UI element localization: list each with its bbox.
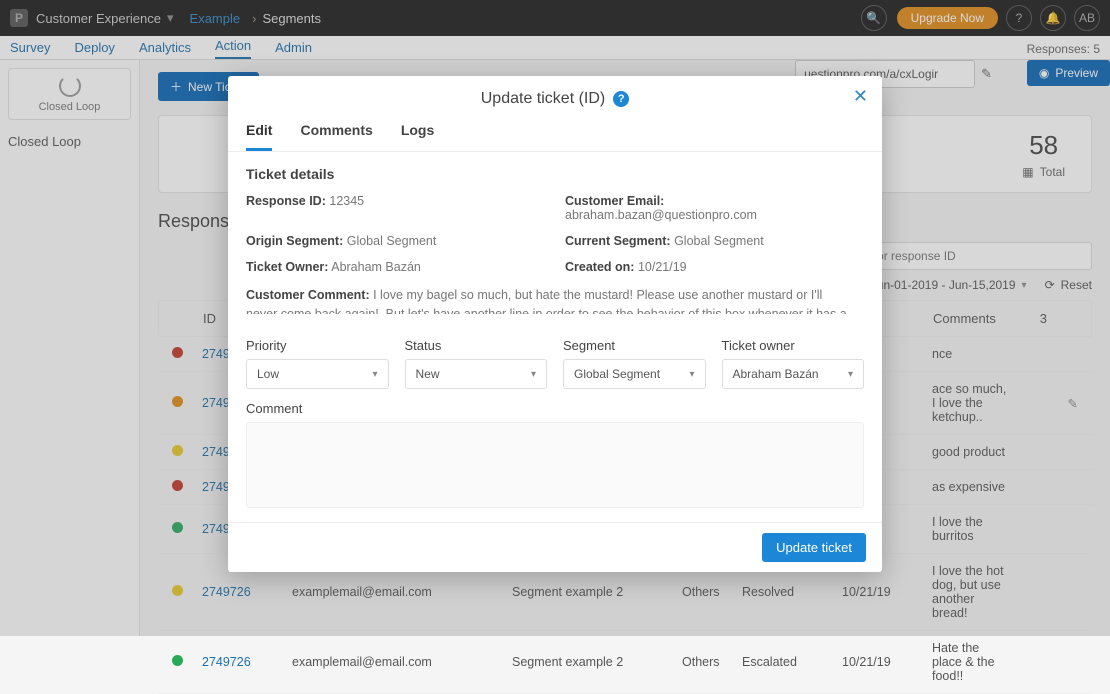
created-on-label: Created on: — [565, 260, 634, 274]
ticket-id-link[interactable]: 2749726 — [202, 655, 292, 669]
segment-label: Segment — [563, 338, 706, 353]
ticket-details-heading: Ticket details — [246, 166, 864, 182]
close-icon[interactable]: ✕ — [853, 86, 868, 107]
ticket-owner-label: Ticket Owner: — [246, 260, 328, 274]
status-label: Status — [405, 338, 548, 353]
ticket-owner-select[interactable]: Abraham Bazán — [722, 359, 865, 389]
table-row: 2749726examplemail@email.comSegment exam… — [158, 631, 1092, 694]
chevron-down-icon — [531, 369, 536, 380]
comment-textarea[interactable] — [246, 422, 864, 508]
comment-field-label: Comment — [246, 401, 864, 416]
priority-dot — [172, 655, 183, 666]
response-id-value: 12345 — [329, 194, 364, 208]
update-ticket-button[interactable]: Update ticket — [762, 533, 866, 562]
update-ticket-modal: Update ticket (ID) ? ✕ Edit Comments Log… — [228, 76, 882, 572]
modal-tab-comments[interactable]: Comments — [300, 122, 372, 151]
created-on-value: 10/21/19 — [638, 260, 687, 274]
chevron-down-icon — [372, 369, 377, 380]
current-segment-label: Current Segment: — [565, 234, 671, 248]
customer-email-value: abraham.bazan@questionpro.com — [565, 208, 757, 222]
status-select[interactable]: New — [405, 359, 548, 389]
customer-comment-label: Customer Comment: — [246, 288, 370, 302]
row-status: Escalated — [742, 655, 842, 669]
row-date: 10/21/19 — [842, 655, 932, 669]
response-id-label: Response ID: — [246, 194, 326, 208]
row-segment: Segment example 2 — [512, 655, 682, 669]
help-icon[interactable]: ? — [613, 91, 629, 107]
modal-title: Update ticket (ID) — [481, 90, 605, 108]
ticket-owner-select-label: Ticket owner — [722, 338, 865, 353]
ticket-owner-value: Abraham Bazán — [331, 260, 421, 274]
chevron-down-icon — [689, 369, 694, 380]
chevron-down-icon — [848, 369, 853, 380]
modal-tab-logs[interactable]: Logs — [401, 122, 434, 151]
origin-segment-value: Global Segment — [347, 234, 437, 248]
segment-select[interactable]: Global Segment — [563, 359, 706, 389]
row-comment: Hate the place & the food!! — [932, 641, 1008, 683]
origin-segment-label: Origin Segment: — [246, 234, 343, 248]
customer-email-label: Customer Email: — [565, 194, 664, 208]
current-segment-value: Global Segment — [674, 234, 764, 248]
row-email: examplemail@email.com — [292, 655, 512, 669]
priority-label: Priority — [246, 338, 389, 353]
modal-tab-edit[interactable]: Edit — [246, 122, 272, 151]
row-other: Others — [682, 655, 742, 669]
priority-select[interactable]: Low — [246, 359, 389, 389]
